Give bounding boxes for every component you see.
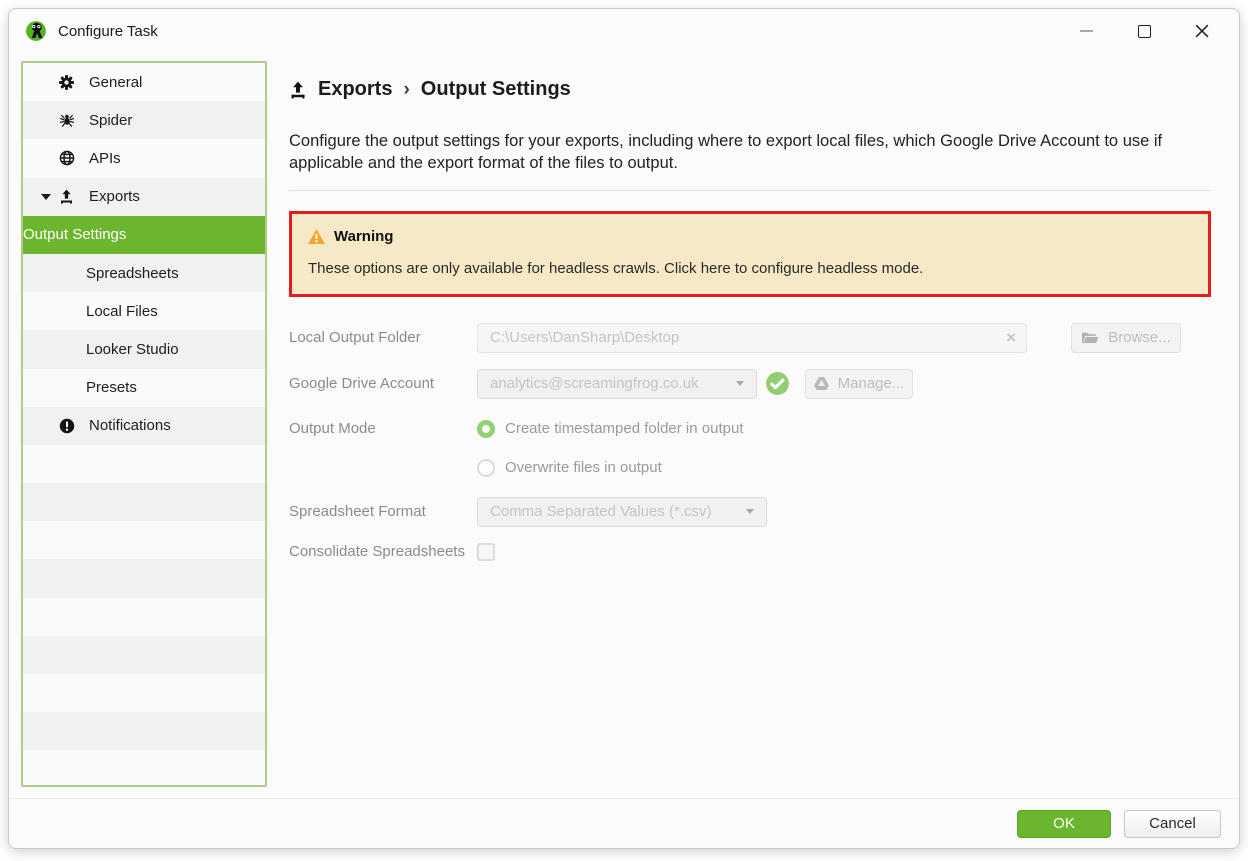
window-controls: [1051, 14, 1225, 48]
sidebar-item-output-settings[interactable]: Output Settings: [23, 216, 265, 254]
sidebar-item-spreadsheets[interactable]: Spreadsheets: [23, 254, 265, 292]
breadcrumb-separator: ›: [403, 79, 409, 101]
dialog-footer: OK Cancel: [9, 798, 1239, 848]
sidebar-item-presets[interactable]: Presets: [23, 369, 265, 407]
sidebar-item-general[interactable]: General: [23, 63, 265, 101]
sidebar-empty-row: [23, 636, 265, 674]
sidebar-item-spider[interactable]: Spider: [23, 101, 265, 139]
local-output-folder-label: Local Output Folder: [289, 329, 477, 346]
spider-icon: [59, 112, 89, 128]
breadcrumb: Exports › Output Settings: [289, 78, 1211, 101]
maximize-icon: [1138, 25, 1151, 38]
sidebar-item-apis[interactable]: APIs: [23, 139, 265, 177]
radio-overwrite-files[interactable]: [477, 459, 495, 477]
sidebar-item-label: Output Settings: [23, 226, 126, 243]
main-panel: Exports › Output Settings Configure the …: [289, 61, 1211, 577]
output-mode-label: Output Mode: [289, 420, 477, 437]
configure-task-window: Configure Task: [8, 8, 1240, 849]
clear-icon[interactable]: ×: [1006, 329, 1016, 346]
google-drive-account-select[interactable]: analytics@screamingfrog.co.uk: [477, 369, 757, 399]
warning-title: Warning: [334, 228, 393, 245]
close-button[interactable]: [1179, 14, 1225, 48]
radio-timestamped-folder-label: Create timestamped folder in output: [505, 420, 743, 437]
sidebar-empty-row: [23, 674, 265, 712]
sidebar-item-label: Local Files: [86, 303, 158, 320]
sidebar-item-label: APIs: [89, 150, 121, 167]
google-drive-account-value: analytics@screamingfrog.co.uk: [490, 375, 699, 392]
sidebar-empty-row: [23, 559, 265, 597]
sidebar-empty-row: [23, 750, 265, 785]
upload-icon: [289, 81, 307, 99]
sidebar-item-exports[interactable]: Exports: [23, 178, 265, 216]
sidebar-item-label: Spreadsheets: [86, 265, 179, 282]
warning-message[interactable]: These options are only available for hea…: [308, 260, 1192, 277]
screaming-frog-logo-icon: [25, 20, 47, 42]
collapse-arrow-icon[interactable]: [41, 194, 51, 200]
consolidate-spreadsheets-checkbox[interactable]: [477, 543, 495, 561]
radio-overwrite-files-label: Overwrite files in output: [505, 459, 662, 476]
page-description: Configure the output settings for your e…: [289, 131, 1211, 175]
browse-button[interactable]: Browse...: [1071, 323, 1181, 353]
warning-triangle-icon: [308, 229, 325, 244]
sidebar-item-label: General: [89, 74, 142, 91]
upload-icon: [59, 189, 89, 204]
globe-icon: [59, 150, 89, 166]
cancel-button[interactable]: Cancel: [1124, 810, 1221, 838]
sidebar-empty-row: [23, 598, 265, 636]
sidebar-item-local-files[interactable]: Local Files: [23, 292, 265, 330]
sidebar-item-notifications[interactable]: Notifications: [23, 407, 265, 445]
spreadsheet-format-value: Comma Separated Values (*.csv): [490, 503, 711, 520]
folder-icon: [1081, 331, 1099, 345]
sidebar-empty-row: [23, 483, 265, 521]
minimize-button[interactable]: [1063, 14, 1109, 48]
window-title: Configure Task: [58, 23, 158, 40]
sidebar-item-label: Notifications: [89, 417, 171, 434]
manage-button[interactable]: Manage...: [805, 369, 913, 399]
gear-icon: [59, 75, 89, 90]
local-output-folder-value: C:\Users\DanSharp\Desktop: [490, 329, 679, 346]
sidebar-item-looker-studio[interactable]: Looker Studio: [23, 330, 265, 368]
section-divider: [289, 190, 1211, 191]
minimize-icon: [1080, 30, 1093, 32]
google-drive-icon: [814, 377, 829, 390]
chevron-down-icon: [746, 509, 754, 514]
sidebar-item-label: Looker Studio: [86, 341, 179, 358]
sidebar-item-label: Spider: [89, 112, 132, 129]
titlebar: Configure Task: [9, 9, 1239, 53]
sidebar-empty-row: [23, 521, 265, 559]
local-output-folder-input[interactable]: C:\Users\DanSharp\Desktop ×: [477, 323, 1027, 353]
chevron-down-icon: [736, 381, 744, 386]
radio-timestamped-folder[interactable]: [477, 420, 495, 438]
ok-button[interactable]: OK: [1017, 810, 1111, 838]
sidebar-empty-row: [23, 445, 265, 483]
browse-button-label: Browse...: [1108, 329, 1171, 346]
output-settings-form: Local Output Folder C:\Users\DanSharp\De…: [289, 323, 1211, 561]
settings-nav-sidebar: General Spider: [21, 61, 267, 787]
maximize-button[interactable]: [1121, 14, 1167, 48]
google-drive-account-label: Google Drive Account: [289, 375, 477, 392]
manage-button-label: Manage...: [838, 375, 905, 392]
page-title: Output Settings: [421, 78, 571, 101]
close-icon: [1195, 24, 1209, 38]
connected-check-icon: [765, 371, 790, 396]
consolidate-spreadsheets-label: Consolidate Spreadsheets: [289, 543, 477, 560]
spreadsheet-format-label: Spreadsheet Format: [289, 503, 477, 520]
breadcrumb-parent[interactable]: Exports: [318, 78, 392, 101]
sidebar-item-label: Presets: [86, 379, 137, 396]
sidebar-empty-row: [23, 712, 265, 750]
sidebar-item-label: Exports: [89, 188, 140, 205]
spreadsheet-format-select[interactable]: Comma Separated Values (*.csv): [477, 497, 767, 527]
exclamation-icon: [59, 418, 89, 434]
warning-banner: Warning These options are only available…: [289, 211, 1211, 297]
